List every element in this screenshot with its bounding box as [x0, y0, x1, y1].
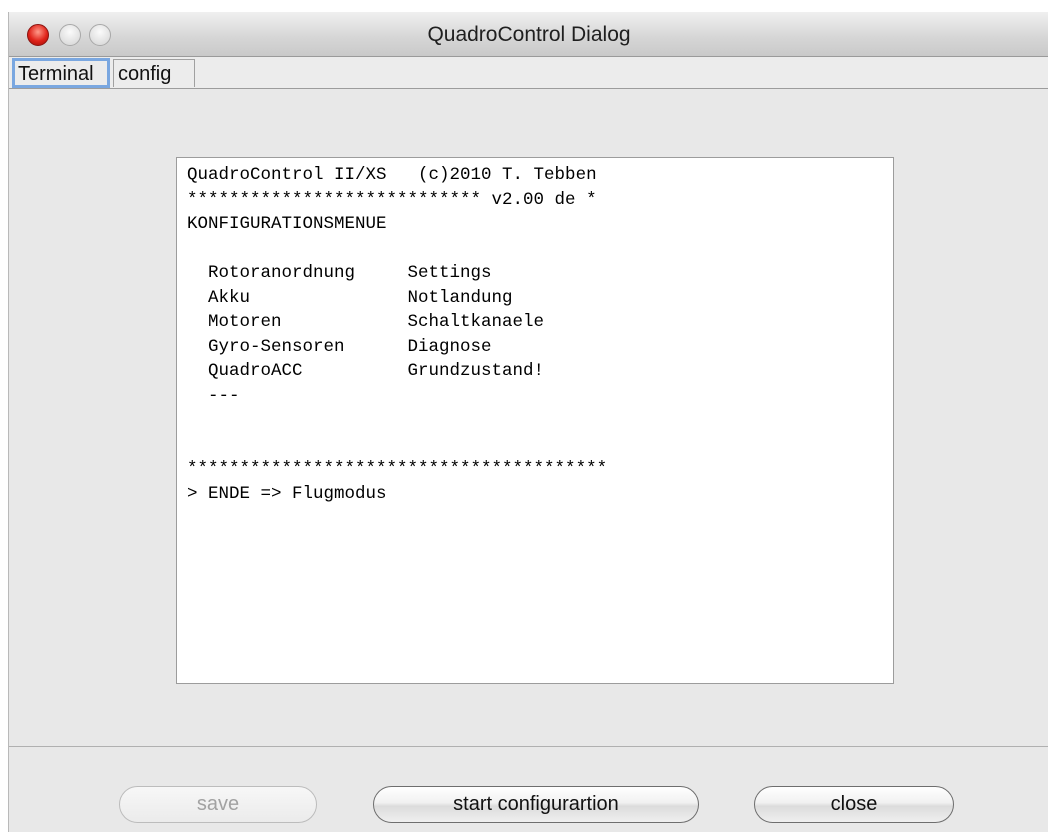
tab-bar: Terminal config [9, 57, 1048, 89]
terminal-line: KONFIGURATIONSMENUE [187, 214, 387, 234]
terminal-line: --- [187, 385, 240, 406]
close-button[interactable]: close [754, 786, 954, 823]
terminal-line: Akku Notlandung [187, 287, 513, 308]
terminal-line: **************************************** [187, 459, 608, 479]
tab-terminal[interactable]: Terminal [12, 58, 110, 88]
save-button[interactable]: save [119, 786, 317, 823]
terminal-line: Motoren Schaltkanaele [187, 312, 545, 332]
terminal-line: **************************** v2.00 de * [187, 189, 597, 210]
terminal-line: QuadroControl II/XS (c)2010 T. Tebben [187, 165, 597, 185]
start-configuration-button[interactable]: start configurartion [373, 786, 699, 823]
terminal-line: > ENDE => Flugmodus [187, 483, 387, 504]
terminal-output[interactable]: QuadroControl II/XS (c)2010 T. Tebben **… [176, 157, 894, 684]
terminal-line: Gyro-Sensoren Diagnose [187, 336, 492, 357]
title-bar[interactable]: × − + QuadroControl Dialog [9, 12, 1048, 57]
button-bar: save start configurartion close [9, 747, 1048, 832]
dialog-window: × − + QuadroControl Dialog Terminal conf… [8, 12, 1048, 832]
terminal-panel: QuadroControl II/XS (c)2010 T. Tebben **… [9, 90, 1048, 745]
terminal-line: QuadroACC Grundzustand! [187, 361, 545, 381]
terminal-line: Rotoranordnung Settings [187, 263, 492, 283]
window-title: QuadroControl Dialog [427, 23, 631, 46]
tab-config[interactable]: config [113, 59, 195, 87]
